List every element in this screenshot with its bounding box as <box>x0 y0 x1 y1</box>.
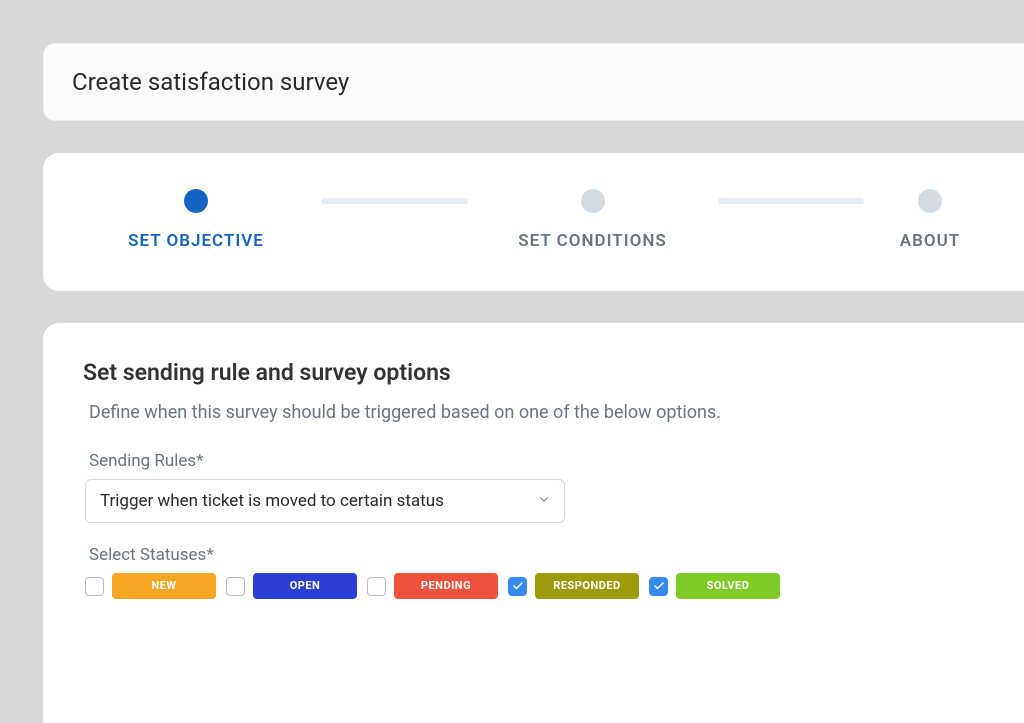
stepper-card: SET OBJECTIVE SET CONDITIONS ABOUT <box>43 153 1024 291</box>
stepper-connector <box>718 198 865 204</box>
sending-rules-select-wrap: Trigger when ticket is moved to certain … <box>85 479 565 523</box>
form-card: Set sending rule and survey options Defi… <box>43 323 1024 723</box>
status-pill[interactable]: RESPONDED <box>535 573 639 599</box>
status-checkbox[interactable] <box>85 577 104 596</box>
status-checkbox[interactable] <box>226 577 245 596</box>
stepper: SET OBJECTIVE SET CONDITIONS ABOUT <box>83 189 984 251</box>
stepper-connector <box>321 198 468 204</box>
status-pill[interactable]: PENDING <box>394 573 498 599</box>
status-checkbox[interactable] <box>508 577 527 596</box>
stepper-dot-icon <box>184 189 208 213</box>
statuses-row: NEW OPEN PENDING RESPONDED SOLVED <box>83 573 984 599</box>
page-title: Create satisfaction survey <box>72 68 996 96</box>
stepper-step-about[interactable]: ABOUT <box>876 189 984 251</box>
status-checkbox[interactable] <box>649 577 668 596</box>
stepper-step-conditions[interactable]: SET CONDITIONS <box>480 189 706 251</box>
stepper-dot-icon <box>581 189 605 213</box>
stepper-step-label: ABOUT <box>900 231 960 251</box>
stepper-step-label: SET CONDITIONS <box>518 231 666 251</box>
sending-rules-label: Sending Rules* <box>83 451 984 471</box>
status-checkbox[interactable] <box>367 577 386 596</box>
status-item: RESPONDED <box>508 573 639 599</box>
status-item: NEW <box>85 573 216 599</box>
stepper-step-objective[interactable]: SET OBJECTIVE <box>83 189 309 251</box>
status-pill[interactable]: NEW <box>112 573 216 599</box>
stepper-dot-icon <box>918 189 942 213</box>
statuses-label: Select Statuses* <box>83 545 984 565</box>
status-pill[interactable]: OPEN <box>253 573 357 599</box>
page-title-bar: Create satisfaction survey <box>43 43 1024 121</box>
sending-rules-select[interactable]: Trigger when ticket is moved to certain … <box>85 479 565 523</box>
section-description: Define when this survey should be trigge… <box>83 402 984 423</box>
status-item: OPEN <box>226 573 357 599</box>
status-item: PENDING <box>367 573 498 599</box>
stepper-step-label: SET OBJECTIVE <box>128 231 264 251</box>
status-item: SOLVED <box>649 573 780 599</box>
section-title: Set sending rule and survey options <box>83 359 984 386</box>
status-pill[interactable]: SOLVED <box>676 573 780 599</box>
